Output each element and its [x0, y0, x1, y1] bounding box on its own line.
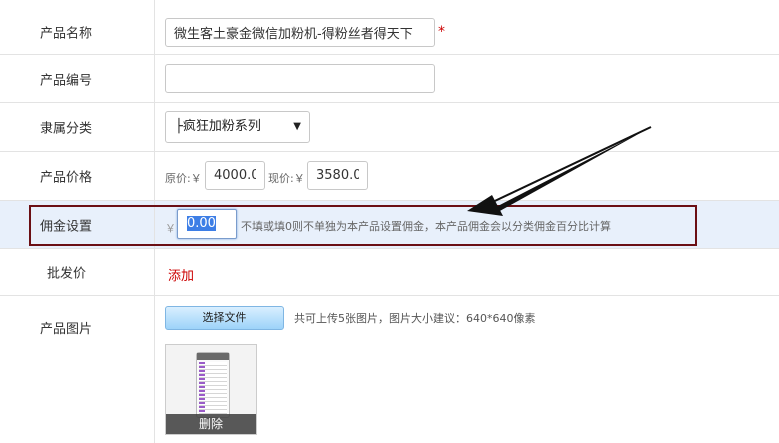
label-cell: 批发价	[0, 249, 155, 295]
field-cell: 选择文件 共可上传5张图片，图片大小建议：640*640像素 删除	[165, 296, 779, 443]
original-price-label: 原价:￥	[165, 172, 202, 185]
field-cell: 添加	[165, 249, 779, 295]
row-images: 产品图片 选择文件 共可上传5张图片，图片大小建议：640*640像素 删除	[0, 296, 779, 443]
row-price: 产品价格 原价:￥ 现价:￥	[0, 152, 779, 201]
chevron-down-icon: ▼	[293, 121, 301, 132]
phone-status-bar	[197, 353, 229, 360]
category-selected-value: ├疯狂加粉系列	[175, 119, 261, 134]
product-form: 产品名称 * 产品编号 隶属分类 ├疯狂加粉系列 ▼ 产品价格 原价:￥ 现价:…	[0, 0, 779, 443]
label-cell: 产品名称	[0, 0, 155, 54]
label-cell: 隶属分类	[0, 103, 155, 151]
row-product-name: 产品名称 *	[0, 0, 779, 55]
phone-screenshot-image	[196, 352, 230, 418]
field-cell	[165, 55, 779, 102]
product-code-input[interactable]	[165, 64, 435, 93]
price-label: 产品价格	[40, 170, 93, 186]
field-cell: ￥ 0.00 不填或填0则不单独为本产品设置佣金，本产品佣金会以分类佣金百分比计…	[165, 201, 779, 248]
row-commission: 佣金设置 ￥ 0.00 不填或填0则不单独为本产品设置佣金，本产品佣金会以分类佣…	[0, 201, 779, 249]
field-cell: 原价:￥ 现价:￥	[165, 152, 779, 200]
images-label: 产品图片	[40, 322, 93, 337]
field-cell: ├疯狂加粉系列 ▼	[165, 103, 779, 151]
category-label: 隶属分类	[40, 121, 93, 137]
field-cell: *	[165, 0, 779, 54]
delete-image-button[interactable]: 删除	[166, 414, 256, 434]
wholesale-label: 批发价	[47, 266, 87, 282]
commission-input[interactable]: 0.00	[177, 209, 237, 239]
choose-file-button[interactable]: 选择文件	[165, 306, 284, 330]
row-category: 隶属分类 ├疯狂加粉系列 ▼	[0, 103, 779, 152]
label-cell: 产品图片	[0, 296, 155, 443]
add-wholesale-link[interactable]: 添加	[168, 265, 194, 284]
row-product-code: 产品编号	[0, 55, 779, 103]
commission-hint: 不填或填0则不单独为本产品设置佣金，本产品佣金会以分类佣金百分比计算	[241, 220, 611, 233]
current-price-input[interactable]	[307, 161, 368, 190]
original-price-input[interactable]	[205, 161, 265, 190]
required-mark: *	[438, 24, 445, 40]
phone-list	[199, 362, 227, 414]
commission-label: 佣金设置	[40, 219, 93, 234]
upload-hint: 共可上传5张图片，图片大小建议：640*640像素	[294, 312, 536, 325]
category-select[interactable]: ├疯狂加粉系列 ▼	[165, 111, 310, 143]
commission-value: 0.00	[187, 216, 216, 231]
product-name-input[interactable]	[165, 18, 435, 47]
row-wholesale: 批发价 添加	[0, 249, 779, 296]
currency-symbol: ￥	[165, 222, 176, 235]
product-image-thumbnail: 删除	[165, 344, 257, 435]
product-name-label: 产品名称	[40, 26, 93, 42]
product-code-label: 产品编号	[40, 73, 93, 88]
label-cell: 产品价格	[0, 152, 155, 200]
label-cell: 佣金设置	[0, 201, 155, 248]
label-cell: 产品编号	[0, 55, 155, 102]
current-price-label: 现价:￥	[268, 172, 305, 185]
